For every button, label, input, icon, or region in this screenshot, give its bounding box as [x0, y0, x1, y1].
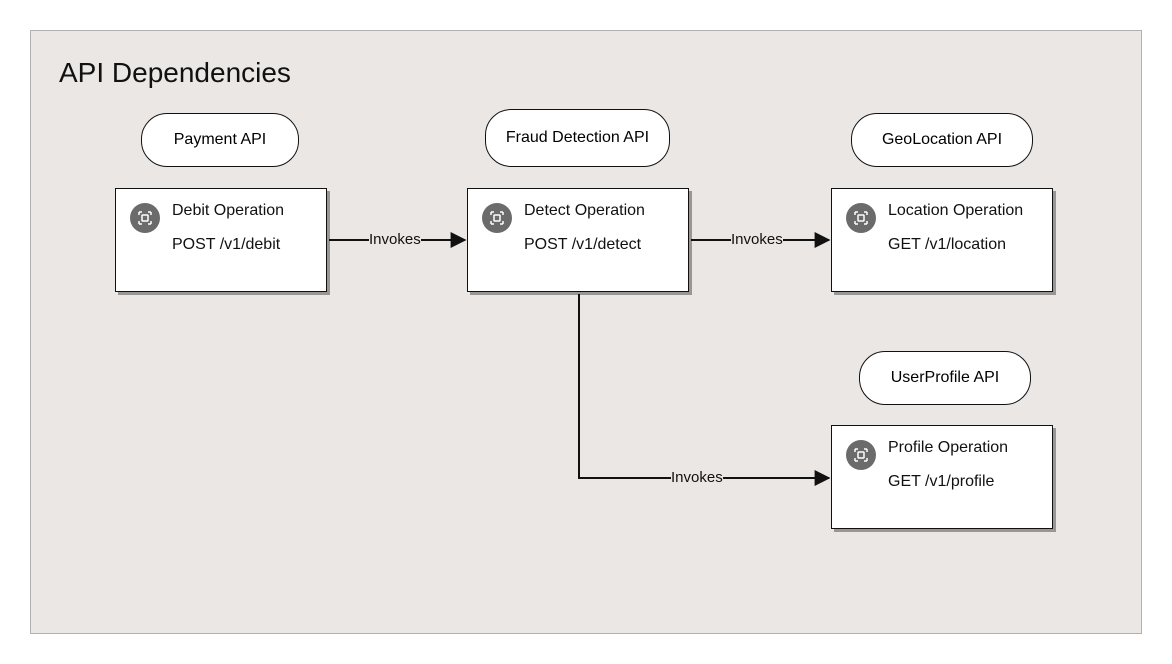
edge-label-invokes: Invokes — [731, 231, 783, 248]
edge-label-invokes: Invokes — [369, 231, 421, 248]
operation-box-debit: Debit Operation POST /v1/debit — [115, 188, 327, 292]
edge-label-invokes: Invokes — [671, 469, 723, 486]
diagram-title: API Dependencies — [59, 57, 291, 89]
api-icon — [488, 209, 506, 227]
api-pill-profile: UserProfile API — [859, 351, 1031, 405]
operation-box-profile: Profile Operation GET /v1/profile — [831, 425, 1053, 529]
operation-path: GET /v1/profile — [888, 473, 1008, 491]
operation-icon — [846, 203, 876, 233]
diagram-canvas: API Dependencies Payment API Fraud Detec… — [30, 30, 1142, 634]
api-label: Fraud Detection API — [506, 128, 649, 148]
api-pill-geo: GeoLocation API — [851, 113, 1033, 167]
api-label: Payment API — [174, 130, 267, 150]
api-icon — [852, 446, 870, 464]
operation-title: Profile Operation — [888, 438, 1008, 459]
api-icon — [852, 209, 870, 227]
operation-icon — [130, 203, 160, 233]
operation-box-location: Location Operation GET /v1/location — [831, 188, 1053, 292]
operation-title: Location Operation — [888, 201, 1023, 222]
operation-title: Detect Operation — [524, 201, 645, 222]
api-icon — [136, 209, 154, 227]
api-label: GeoLocation API — [882, 130, 1002, 150]
api-label: UserProfile API — [891, 368, 999, 388]
operation-path: GET /v1/location — [888, 236, 1023, 254]
operation-icon — [482, 203, 512, 233]
operation-title: Debit Operation — [172, 201, 284, 222]
operation-path: POST /v1/detect — [524, 236, 645, 254]
operation-box-detect: Detect Operation POST /v1/detect — [467, 188, 689, 292]
api-pill-payment: Payment API — [141, 113, 299, 167]
api-pill-fraud: Fraud Detection API — [485, 109, 670, 167]
operation-icon — [846, 440, 876, 470]
operation-path: POST /v1/debit — [172, 236, 284, 254]
